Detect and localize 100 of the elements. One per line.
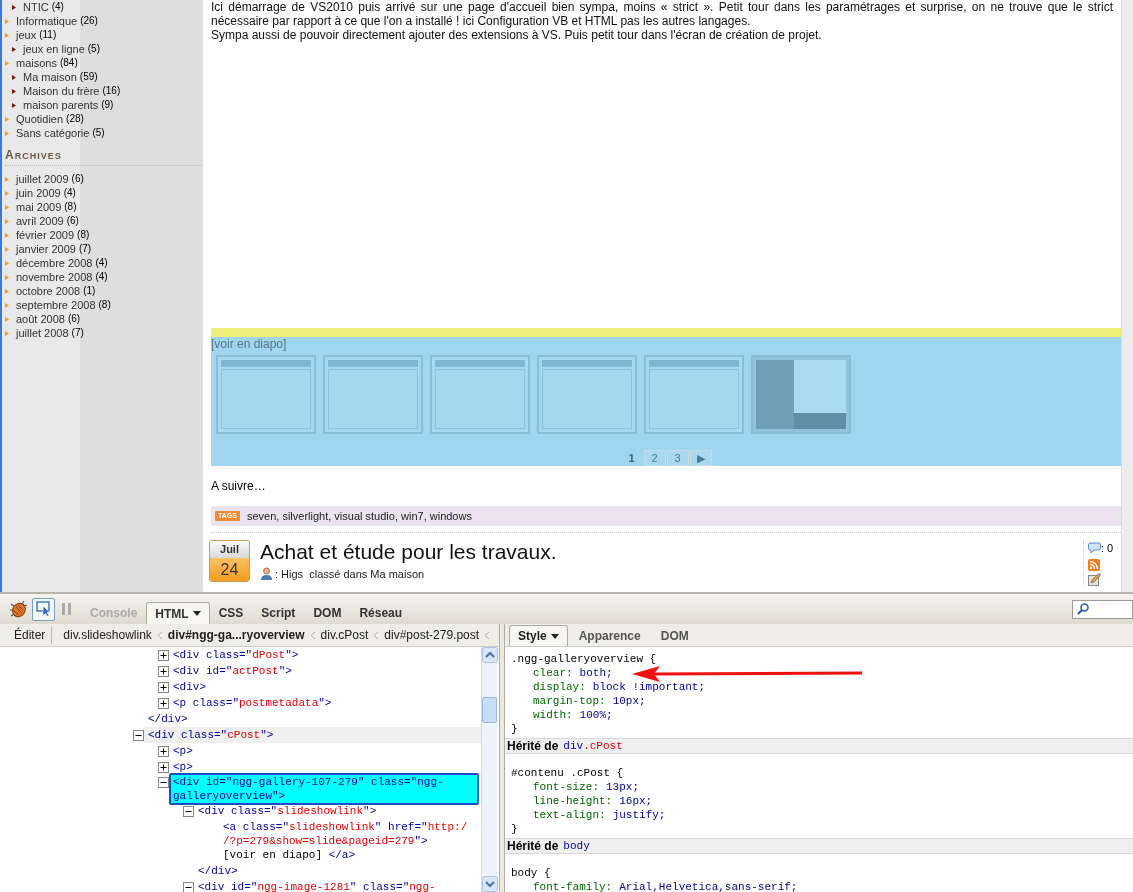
category-link[interactable]: mai 2009 [16, 200, 62, 214]
category-link[interactable]: décembre 2008 [16, 256, 93, 270]
thumbnail-image[interactable] [644, 355, 744, 434]
tree-toggle[interactable] [158, 777, 169, 788]
code-line[interactable]: <div id="actPost"> [173, 664, 479, 678]
category-link[interactable]: avril 2009 [16, 214, 64, 228]
category-link[interactable]: novembre 2008 [16, 270, 93, 284]
code-line[interactable]: /?p=279&show=slide&pageid=279"> [223, 834, 479, 848]
css-property: clear: [533, 666, 573, 680]
thumbnail-image[interactable] [323, 355, 423, 434]
category-link[interactable]: maisons [16, 56, 57, 70]
code-line[interactable]: <a class="slideshowlink" href="http:/ [223, 820, 479, 834]
category-link[interactable]: février 2009 [16, 228, 75, 242]
code-line[interactable]: <p> [173, 760, 479, 774]
inspect-button[interactable] [32, 597, 55, 621]
category-link[interactable]: Quotidien [16, 112, 64, 126]
scroll-down-icon[interactable] [482, 876, 498, 892]
code-line[interactable]: <div id="ngg-image-1281" class="ngg- [198, 880, 479, 892]
css-value: both; [579, 666, 613, 680]
category-link[interactable]: NTIC [23, 0, 49, 14]
tag-list: seven, silverlight, visual studio, win7, windows [246, 507, 472, 525]
css-property: line-height: [533, 794, 613, 808]
code-line[interactable]: </div> [148, 712, 188, 726]
tree-toggle[interactable] [133, 730, 144, 741]
post-count: (4) [51, 0, 64, 14]
category-link[interactable]: Ma maison [23, 70, 77, 84]
code-line[interactable]: <div class="slideshowlink"> [198, 804, 479, 818]
category-link[interactable]: Maison du frère [23, 84, 100, 98]
tree-toggle[interactable] [158, 666, 169, 677]
category-link[interactable]: août 2008 [16, 312, 65, 326]
category-link[interactable]: Sans catégorie [16, 126, 90, 140]
code-line[interactable]: <div> [173, 680, 479, 694]
panel-tab[interactable]: DOM [304, 602, 351, 624]
thumbnail-image[interactable] [537, 355, 637, 434]
panel-tab[interactable]: Apparence [569, 625, 650, 646]
panel-tab[interactable]: HTML [146, 602, 210, 624]
chevron-left-icon [484, 630, 491, 640]
post-count: (8) [77, 228, 90, 242]
panel-tab[interactable]: Style [509, 625, 568, 646]
code-line[interactable]: <div class="cPost"> [148, 728, 479, 742]
tree-toggle[interactable] [158, 762, 169, 773]
thumbnail-image[interactable] [216, 355, 316, 434]
css-selector: #contenu .cPost { [511, 766, 624, 780]
chevron-left-icon [373, 630, 380, 640]
scrollbar[interactable] [481, 647, 497, 892]
category-link[interactable]: octobre 2008 [16, 284, 81, 298]
category-link[interactable]: septembre 2008 [16, 298, 96, 312]
scrollbar[interactable] [1121, 0, 1133, 592]
chevron-left-icon [309, 630, 316, 640]
thumbnail-image[interactable] [751, 355, 851, 434]
breadcrumb[interactable]: div#ngg-ga...ryoverview [167, 626, 305, 644]
article-text: A suivre… [211, 479, 266, 493]
element-reference[interactable]: div.cPost [563, 739, 623, 753]
element-reference[interactable]: body [563, 839, 590, 853]
tree-toggle[interactable] [158, 698, 169, 709]
code-line[interactable]: <p class="postmetadata"> [173, 696, 479, 710]
css-value: justify; [612, 808, 666, 822]
code-line[interactable]: <div class="dPost"> [173, 648, 479, 662]
tree-toggle[interactable] [158, 682, 169, 693]
category-link[interactable]: janvier 2009 [16, 242, 76, 256]
tree-toggle[interactable] [158, 746, 169, 757]
css-value: 10px; [612, 694, 646, 708]
search-icon [1077, 603, 1089, 615]
page-link[interactable]: 1 [620, 450, 643, 466]
rss-icon[interactable] [1088, 558, 1100, 571]
article-paragraph: Ici démarrage de VS2010 puis arrivé sur une page d'accueil bien sympa, moins « strict ». Petit tour dans les paramétrages et surprise, on ne trouve que le strict nécessaire par rapport à ce que l'on a installé ! ici Configuration VB et HTML pas les autres langages. [211, 0, 1113, 28]
speech-bubble-icon[interactable] [1088, 542, 1101, 555]
cursor-icon [35, 601, 52, 617]
code-line[interactable]: [voir en diapo] </a> [223, 848, 479, 862]
panel-tab[interactable]: Script [252, 602, 305, 624]
thumbnail-image[interactable] [430, 355, 530, 434]
scroll-up-icon[interactable] [482, 647, 498, 663]
breadcrumb[interactable]: div.cPost [320, 626, 369, 644]
category-link[interactable]: jeux [16, 28, 37, 42]
comment-count: : 0 [1101, 541, 1114, 556]
category-link[interactable]: maison parents [23, 98, 99, 112]
scrollbar-thumb[interactable] [482, 696, 497, 723]
code-line[interactable]: <p> [173, 744, 479, 758]
breadcrumb[interactable]: div.slideshowlink [63, 626, 152, 644]
edit-icon[interactable] [1088, 572, 1101, 586]
edit-button[interactable]: Éditer [14, 626, 53, 644]
panel-tab[interactable]: CSS [209, 602, 253, 624]
post-title[interactable]: Achat et étude pour les travaux. [260, 540, 557, 564]
panel-tab[interactable]: Réseau [350, 602, 412, 624]
tree-toggle[interactable] [183, 882, 194, 892]
category-link[interactable]: jeux en ligne [23, 42, 85, 56]
search-field[interactable] [1072, 599, 1133, 619]
category-link[interactable]: Informatique [16, 14, 78, 28]
breadcrumb[interactable]: div#post-279.post [384, 626, 480, 644]
tree-toggle[interactable] [183, 806, 194, 817]
css-property: font-size: [533, 780, 599, 794]
panel-tab[interactable]: DOM [651, 625, 698, 646]
post-count: (16) [102, 84, 121, 98]
category-link[interactable]: juillet 2009 [16, 172, 69, 186]
post-count: (8) [98, 298, 111, 312]
post-count: (11) [39, 28, 57, 42]
tree-toggle[interactable] [158, 650, 169, 661]
code-line[interactable]: </div> [198, 864, 238, 878]
category-link[interactable]: juin 2009 [16, 186, 61, 200]
category-link[interactable]: juillet 2008 [16, 326, 69, 340]
